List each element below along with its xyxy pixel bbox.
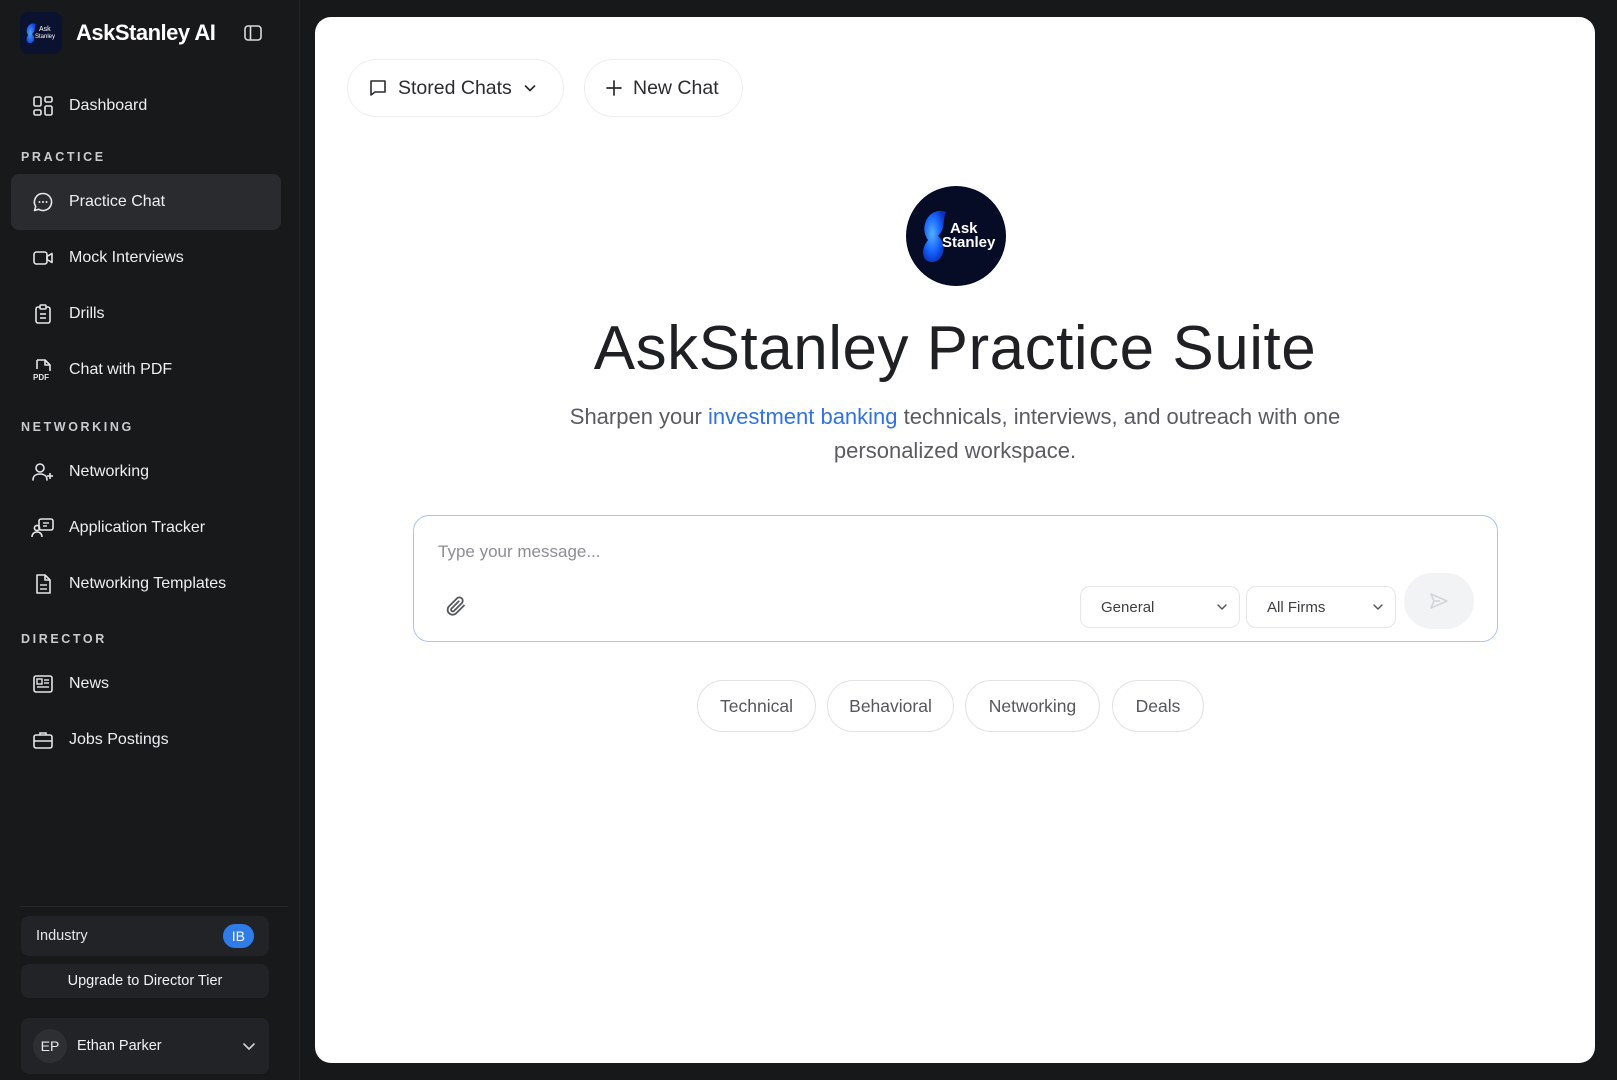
section-header-networking: NETWORKING	[21, 420, 134, 434]
industry-selector[interactable]: Industry IB	[21, 916, 269, 956]
new-chat-label: New Chat	[633, 76, 719, 99]
paperclip-icon	[446, 596, 465, 616]
grid-icon	[31, 94, 55, 118]
send-button[interactable]	[1404, 573, 1474, 629]
sidebar-panel-icon	[244, 25, 262, 41]
industry-label: Industry	[36, 928, 88, 944]
sidebar-item-label: Drills	[69, 305, 105, 322]
svg-text:Stanley: Stanley	[942, 234, 996, 251]
suggestion-chip-technical[interactable]: Technical	[697, 680, 816, 732]
plus-icon	[606, 80, 622, 96]
firm-select[interactable]: All Firms	[1246, 586, 1396, 628]
sidebar-item-label: Networking	[69, 463, 150, 480]
brand-name: AskStanley AI	[76, 20, 216, 45]
briefcase-icon	[31, 728, 55, 752]
section-header-director: DIRECTOR	[21, 632, 107, 646]
sidebar-toggle-button[interactable]	[242, 22, 264, 44]
avatar: EP	[33, 1029, 67, 1063]
hero-logo-mark: Ask Stanley	[923, 210, 996, 262]
brand-logo-mark: Ask Stanley	[26, 23, 55, 44]
document-icon	[31, 572, 55, 596]
chat-bubble-icon	[31, 190, 55, 214]
subtitle-text: Sharpen your	[569, 404, 708, 429]
subtitle-text-rest: technicals, interviews, and outreach wit…	[833, 404, 1341, 463]
sidebar-divider	[20, 906, 288, 907]
svg-text:Ask: Ask	[39, 26, 51, 33]
app-window: Ask Stanley AskStanley AI Dashboard PRAC…	[0, 0, 1617, 1080]
sidebar-item-drills[interactable]: Drills	[11, 286, 281, 342]
sidebar-item-dashboard[interactable]: Dashboard	[11, 78, 281, 134]
newspaper-icon	[31, 672, 55, 696]
sidebar-item-chat-with-pdf[interactable]: PDF Chat with PDF	[11, 342, 281, 398]
suggestion-chip-behavioral[interactable]: Behavioral	[827, 680, 954, 732]
svg-text:PDF: PDF	[33, 373, 49, 382]
brand-header: Ask Stanley AskStanley AI	[20, 12, 290, 54]
chevron-down-icon	[524, 85, 536, 92]
sidebar-item-label: Mock Interviews	[69, 249, 184, 266]
sidebar-item-news[interactable]: News	[11, 656, 281, 712]
section-header-practice: PRACTICE	[21, 150, 106, 164]
sidebar-item-label: Networking Templates	[69, 575, 227, 592]
sidebar-item-jobs-postings[interactable]: Jobs Postings	[11, 712, 281, 768]
clipboard-icon	[31, 302, 55, 326]
chevron-down-icon	[1373, 604, 1383, 610]
suggestion-chip-deals[interactable]: Deals	[1112, 680, 1204, 732]
presenter-icon	[31, 516, 55, 540]
sidebar-item-practice-chat[interactable]: Practice Chat	[11, 174, 281, 230]
main-panel: Stored Chats New Chat Ask Stanley AskSta…	[315, 17, 1595, 1063]
chevron-down-icon	[1217, 604, 1227, 610]
upgrade-button[interactable]: Upgrade to Director Tier	[21, 964, 269, 998]
stored-chats-button[interactable]: Stored Chats	[347, 59, 564, 117]
user-menu[interactable]: EP Ethan Parker	[21, 1018, 269, 1074]
user-plus-icon	[31, 460, 55, 484]
industry-badge: IB	[222, 924, 254, 948]
sidebar-item-networking-templates[interactable]: Networking Templates	[11, 556, 281, 612]
sidebar-item-label: Practice Chat	[69, 193, 166, 210]
category-select[interactable]: General	[1080, 586, 1240, 628]
brand-logo[interactable]: Ask Stanley	[20, 12, 62, 54]
chevron-down-icon	[243, 1043, 255, 1050]
sidebar-item-label: Application Tracker	[69, 519, 206, 536]
attach-button[interactable]	[444, 594, 470, 620]
sidebar: Ask Stanley AskStanley AI Dashboard PRAC…	[0, 0, 300, 1080]
suggestion-chip-networking[interactable]: Networking	[965, 680, 1100, 732]
sidebar-item-label: News	[69, 675, 110, 692]
sidebar-item-application-tracker[interactable]: Application Tracker	[11, 500, 281, 556]
user-name: Ethan Parker	[77, 1038, 162, 1054]
video-camera-icon	[31, 246, 55, 270]
send-icon	[1430, 593, 1448, 609]
page-title: AskStanley Practice Suite	[593, 314, 1317, 383]
stored-chats-label: Stored Chats	[398, 76, 512, 99]
sidebar-item-label: Chat with PDF	[69, 361, 173, 378]
sidebar-item-mock-interviews[interactable]: Mock Interviews	[11, 230, 281, 286]
new-chat-button[interactable]: New Chat	[584, 59, 743, 117]
pdf-file-icon: PDF	[31, 358, 55, 382]
sidebar-item-label: Dashboard	[69, 97, 148, 114]
svg-text:Stanley: Stanley	[35, 34, 55, 40]
hero-logo: Ask Stanley	[906, 186, 1006, 286]
firm-select-value: All Firms	[1267, 598, 1326, 616]
page-subtitle: Sharpen your investment banking technica…	[555, 400, 1355, 468]
sidebar-item-networking[interactable]: Networking	[11, 444, 281, 500]
category-select-value: General	[1101, 598, 1155, 616]
message-square-icon	[370, 80, 386, 96]
message-input[interactable]	[438, 542, 1338, 562]
sidebar-item-label: Jobs Postings	[69, 731, 169, 748]
message-composer: General All Firms	[413, 515, 1498, 642]
subtitle-highlight: investment banking	[707, 404, 898, 429]
